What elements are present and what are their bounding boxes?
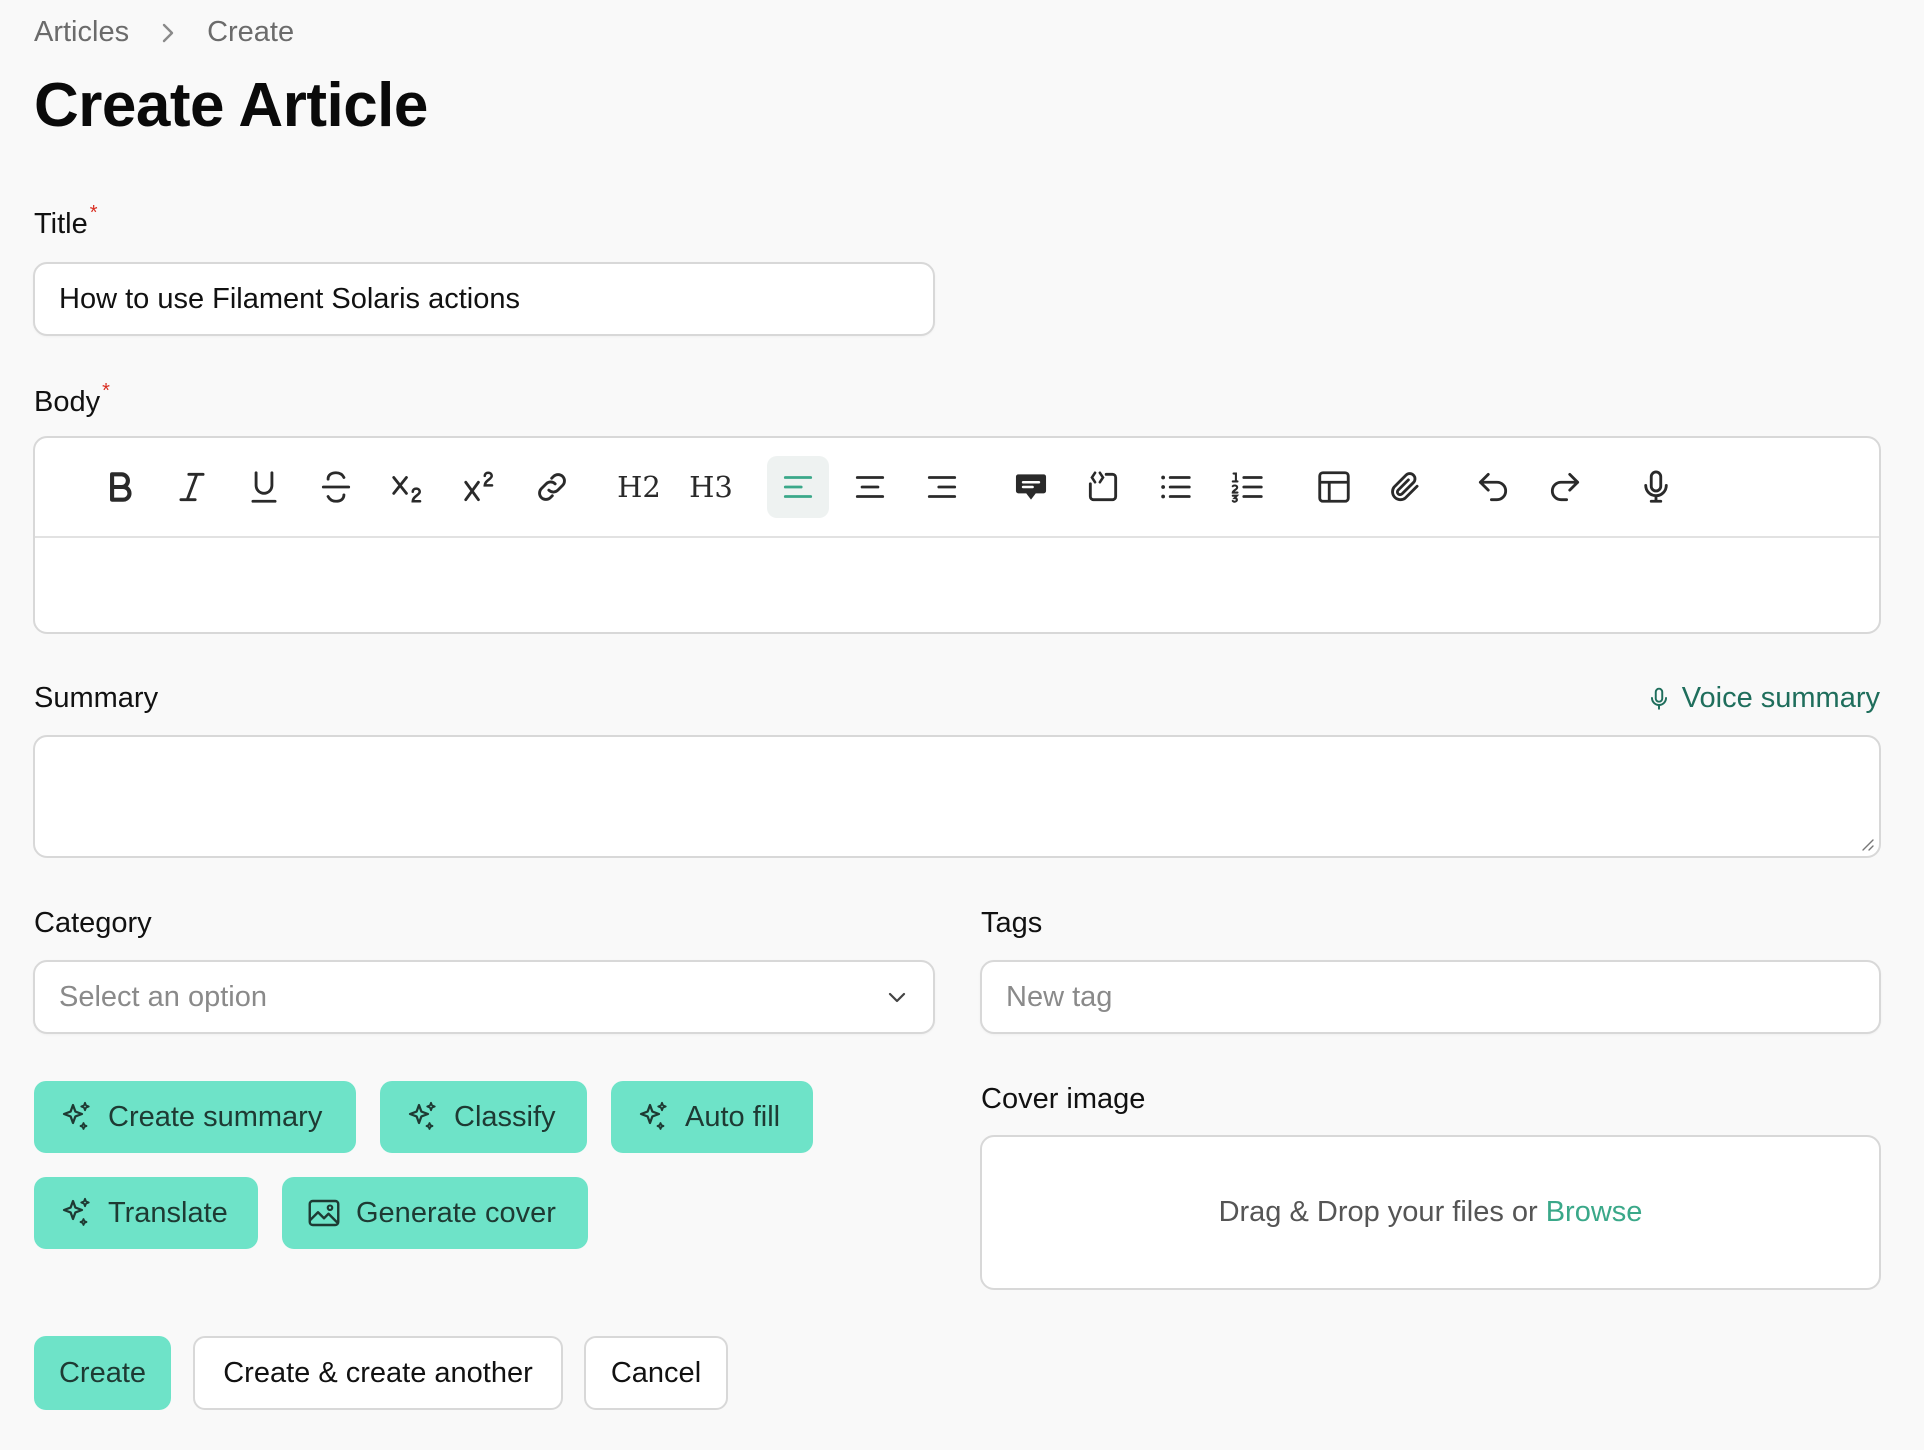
bullet-list-button[interactable]: [1144, 456, 1206, 518]
superscript-icon: [464, 471, 494, 502]
superscript-button[interactable]: [449, 456, 511, 518]
generate-cover-label: Generate cover: [356, 1196, 556, 1229]
page-title: Create Article: [34, 71, 428, 140]
browse-link[interactable]: Browse: [1546, 1196, 1643, 1229]
italic-icon: [179, 472, 205, 502]
sparkles-icon: [62, 1197, 90, 1226]
blockquote-button[interactable]: [1000, 456, 1062, 518]
table-button[interactable]: [1303, 456, 1365, 518]
paperclip-icon: [1391, 472, 1419, 502]
voice-input-button[interactable]: [1625, 456, 1687, 518]
undo-button[interactable]: [1462, 456, 1524, 518]
code-block-button[interactable]: [1072, 456, 1134, 518]
sparkles-icon: [408, 1101, 436, 1130]
quote-bubble-icon: [1015, 474, 1047, 500]
italic-button[interactable]: [161, 456, 223, 518]
translate-label: Translate: [108, 1196, 228, 1229]
category-label: Category: [34, 907, 152, 939]
align-start-button[interactable]: [767, 456, 829, 518]
create-summary-label: Create summary: [108, 1100, 323, 1133]
subscript-icon: [392, 476, 422, 503]
strikethrough-button[interactable]: [305, 456, 367, 518]
category-select[interactable]: Select an option: [33, 960, 935, 1034]
breadcrumb-articles-link[interactable]: Articles: [34, 16, 129, 49]
bold-icon: [110, 472, 132, 502]
code-block-icon: [1088, 471, 1118, 502]
attach-files-button[interactable]: [1375, 456, 1437, 518]
redo-button[interactable]: [1534, 456, 1596, 518]
translate-button[interactable]: Translate: [34, 1177, 258, 1249]
auto-fill-button[interactable]: Auto fill: [611, 1081, 813, 1153]
subscript-button[interactable]: [377, 456, 439, 518]
ordered-list-button[interactable]: [1216, 456, 1278, 518]
cover-image-label: Cover image: [981, 1083, 1146, 1115]
microphone-icon: [1650, 687, 1667, 710]
body-rich-editor: H2 H3: [33, 436, 1881, 634]
create-summary-button[interactable]: Create summary: [34, 1081, 356, 1153]
tags-input[interactable]: New tag: [980, 960, 1881, 1034]
underline-icon: [251, 471, 277, 503]
align-right-icon: [927, 476, 957, 498]
link-icon: [538, 473, 566, 501]
classify-button[interactable]: Classify: [380, 1081, 587, 1153]
generate-cover-button[interactable]: Generate cover: [282, 1177, 588, 1249]
strikethrough-icon: [321, 471, 351, 503]
voice-summary-button[interactable]: Voice summary: [1646, 682, 1880, 715]
align-center-button[interactable]: [839, 456, 901, 518]
summary-textarea[interactable]: [33, 735, 1881, 858]
bold-button[interactable]: [89, 456, 151, 518]
create-another-button[interactable]: Create & create another: [193, 1336, 563, 1410]
title-label: Title *: [34, 202, 98, 241]
title-label-text: Title: [34, 208, 88, 240]
heading-3-button[interactable]: H3: [680, 456, 742, 518]
tags-placeholder: New tag: [1006, 980, 1113, 1013]
voice-summary-label: Voice summary: [1681, 682, 1880, 714]
tags-label: Tags: [981, 907, 1043, 939]
breadcrumb-current: Create: [207, 16, 295, 48]
align-left-icon: [783, 476, 813, 498]
auto-fill-label: Auto fill: [685, 1100, 781, 1133]
create-button[interactable]: Create: [34, 1336, 171, 1410]
breadcrumb: Articles Create: [34, 16, 294, 49]
body-label-text: Body: [34, 386, 101, 418]
underline-button[interactable]: [233, 456, 295, 518]
dropzone-text: Drag & Drop your files or: [1218, 1196, 1538, 1228]
chevron-right-icon: [159, 22, 177, 44]
cancel-button[interactable]: Cancel: [584, 1336, 728, 1410]
summary-label: Summary: [34, 682, 159, 714]
classify-label: Classify: [454, 1100, 556, 1133]
title-input-value: How to use Filament Solaris actions: [59, 282, 520, 315]
resize-handle-icon[interactable]: [1859, 836, 1875, 852]
microphone-icon: [1644, 470, 1668, 503]
image-icon: [308, 1199, 340, 1227]
undo-icon: [1478, 472, 1508, 502]
bullet-list-icon: [1161, 475, 1191, 499]
title-input[interactable]: How to use Filament Solaris actions: [33, 262, 935, 336]
align-center-icon: [855, 476, 885, 498]
align-end-button[interactable]: [911, 456, 973, 518]
sparkles-icon: [62, 1101, 90, 1130]
chevron-down-icon: [888, 992, 906, 1003]
category-placeholder: Select an option: [59, 980, 267, 1013]
required-mark: *: [102, 380, 110, 402]
redo-icon: [1550, 472, 1580, 502]
sparkles-icon: [639, 1101, 667, 1130]
editor-toolbar: H2 H3: [35, 438, 1879, 538]
table-icon: [1318, 471, 1350, 503]
body-editor-content[interactable]: [35, 538, 1879, 632]
required-mark: *: [89, 202, 98, 224]
heading-2-button[interactable]: H2: [608, 456, 670, 518]
ordered-list-icon: [1231, 472, 1263, 503]
cover-image-dropzone[interactable]: Drag & Drop your files or Browse: [980, 1135, 1881, 1290]
body-label: Body *: [34, 380, 110, 419]
link-button[interactable]: [521, 456, 583, 518]
